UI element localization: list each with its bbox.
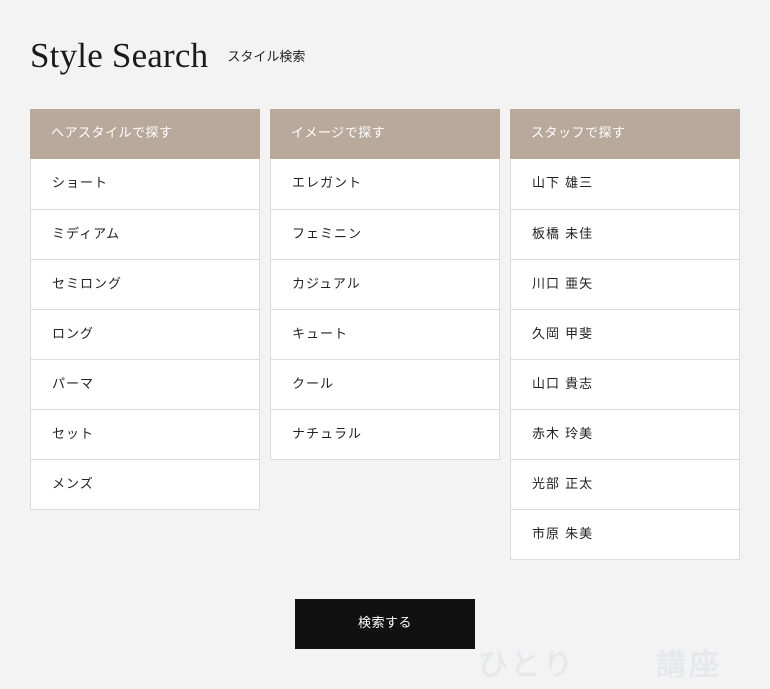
column-header: ヘアスタイルで探す	[30, 109, 260, 159]
option-list: ショート ミディアム セミロング ロング パーマ セット メンズ	[30, 159, 260, 510]
column-hairstyle: ヘアスタイルで探す ショート ミディアム セミロング ロング パーマ セット メ…	[30, 109, 260, 510]
list-item[interactable]: メンズ	[31, 459, 259, 509]
list-item[interactable]: ロング	[31, 309, 259, 359]
list-item[interactable]: キュート	[271, 309, 499, 359]
search-button[interactable]: 検索する	[295, 599, 475, 649]
watermark-text-left: ひとり	[478, 648, 577, 683]
column-staff: スタッフで探す 山下 雄三 板橋 未佳 川口 亜矢 久岡 甲斐 山口 貴志 赤木…	[510, 109, 740, 560]
list-item[interactable]: ショート	[31, 159, 259, 209]
option-list: エレガント フェミニン カジュアル キュート クール ナチュラル	[270, 159, 500, 460]
page-subtitle: スタイル検索	[227, 49, 306, 65]
list-item[interactable]: 川口 亜矢	[511, 259, 739, 309]
list-item[interactable]: カジュアル	[271, 259, 499, 309]
list-item[interactable]: 板橋 未佳	[511, 209, 739, 259]
list-item[interactable]: クール	[271, 359, 499, 409]
column-header: スタッフで探す	[510, 109, 740, 159]
page-title: Style Search	[30, 36, 209, 75]
list-item[interactable]: フェミニン	[271, 209, 499, 259]
list-item[interactable]: パーマ	[31, 359, 259, 409]
list-item[interactable]: セミロング	[31, 259, 259, 309]
list-item[interactable]: セット	[31, 409, 259, 459]
search-columns: ヘアスタイルで探す ショート ミディアム セミロング ロング パーマ セット メ…	[30, 109, 740, 560]
list-item[interactable]: ナチュラル	[271, 409, 499, 459]
list-item[interactable]: 久岡 甲斐	[511, 309, 739, 359]
list-item[interactable]: 光部 正太	[511, 459, 739, 509]
list-item[interactable]: ミディアム	[31, 209, 259, 259]
list-item[interactable]: 市原 朱美	[511, 509, 739, 559]
option-list: 山下 雄三 板橋 未佳 川口 亜矢 久岡 甲斐 山口 貴志 赤木 玲美 光部 正…	[510, 159, 740, 560]
watermark-text-right: 講座	[656, 648, 722, 683]
list-item[interactable]: 山口 貴志	[511, 359, 739, 409]
list-item[interactable]: 赤木 玲美	[511, 409, 739, 459]
column-image: イメージで探す エレガント フェミニン カジュアル キュート クール ナチュラル	[270, 109, 500, 460]
page-header: Style Search スタイル検索	[30, 36, 305, 76]
column-header: イメージで探す	[270, 109, 500, 159]
list-item[interactable]: エレガント	[271, 159, 499, 209]
list-item[interactable]: 山下 雄三	[511, 159, 739, 209]
